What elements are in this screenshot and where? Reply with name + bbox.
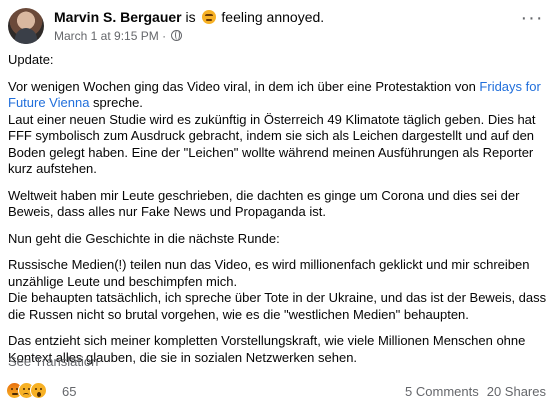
paragraph-claims: Die behaupten tatsächlich, ich spreche ü…: [8, 290, 547, 322]
intro-text: Vor wenigen Wochen ging das Video viral,…: [8, 78, 480, 94]
is-word: is: [185, 9, 196, 25]
paragraph-next-round: Nun geht die Geschichte in die nächste R…: [8, 230, 280, 246]
post-body: Update: Vor wenigen Wochen ging das Vide…: [8, 52, 548, 366]
see-translation-link[interactable]: See Translation: [8, 354, 98, 370]
paragraph-russian-media: Russische Medien(!) teilen nun das Video…: [8, 257, 530, 289]
dot-separator: ·: [162, 29, 167, 43]
avatar[interactable]: [8, 8, 44, 44]
post-header: Marvin S. Bergauer is feeling annoyed. M…: [8, 8, 550, 44]
more-options-button[interactable]: ···: [518, 8, 546, 32]
reaction-count[interactable]: 65: [62, 384, 76, 400]
paragraph-intro: Vor wenigen Wochen ging das Video viral,…: [8, 79, 548, 112]
comments-count[interactable]: 5 Comments: [405, 384, 479, 399]
intro-text-end: spreche.: [89, 95, 143, 110]
paragraph-update: Update:: [8, 52, 54, 67]
timestamp[interactable]: March 1 at 9:15 PM: [54, 29, 159, 43]
timestamp-line: March 1 at 9:15 PM ·: [54, 28, 510, 44]
post-stats: 5 Comments 20 Shares: [405, 384, 546, 400]
post-footer: 65 5 Comments 20 Shares: [6, 380, 550, 402]
paragraph-study: Laut einer neuen Studie wird es zukünfti…: [8, 111, 536, 177]
feeling-text: feeling annoyed.: [221, 9, 325, 25]
paragraph-worldwide: Weltweit haben mir Leute geschrieben, di…: [8, 187, 520, 220]
shares-count[interactable]: 20 Shares: [487, 384, 546, 399]
annoyed-emoji-icon: [201, 10, 216, 24]
author-name[interactable]: Marvin S. Bergauer: [54, 9, 182, 25]
author-line: Marvin S. Bergauer is feeling annoyed.: [54, 8, 510, 26]
globe-icon[interactable]: [171, 30, 183, 41]
wow-reaction-icon: [30, 382, 47, 399]
post-meta: Marvin S. Bergauer is feeling annoyed. M…: [54, 8, 510, 44]
reactions-summary[interactable]: [6, 382, 47, 400]
